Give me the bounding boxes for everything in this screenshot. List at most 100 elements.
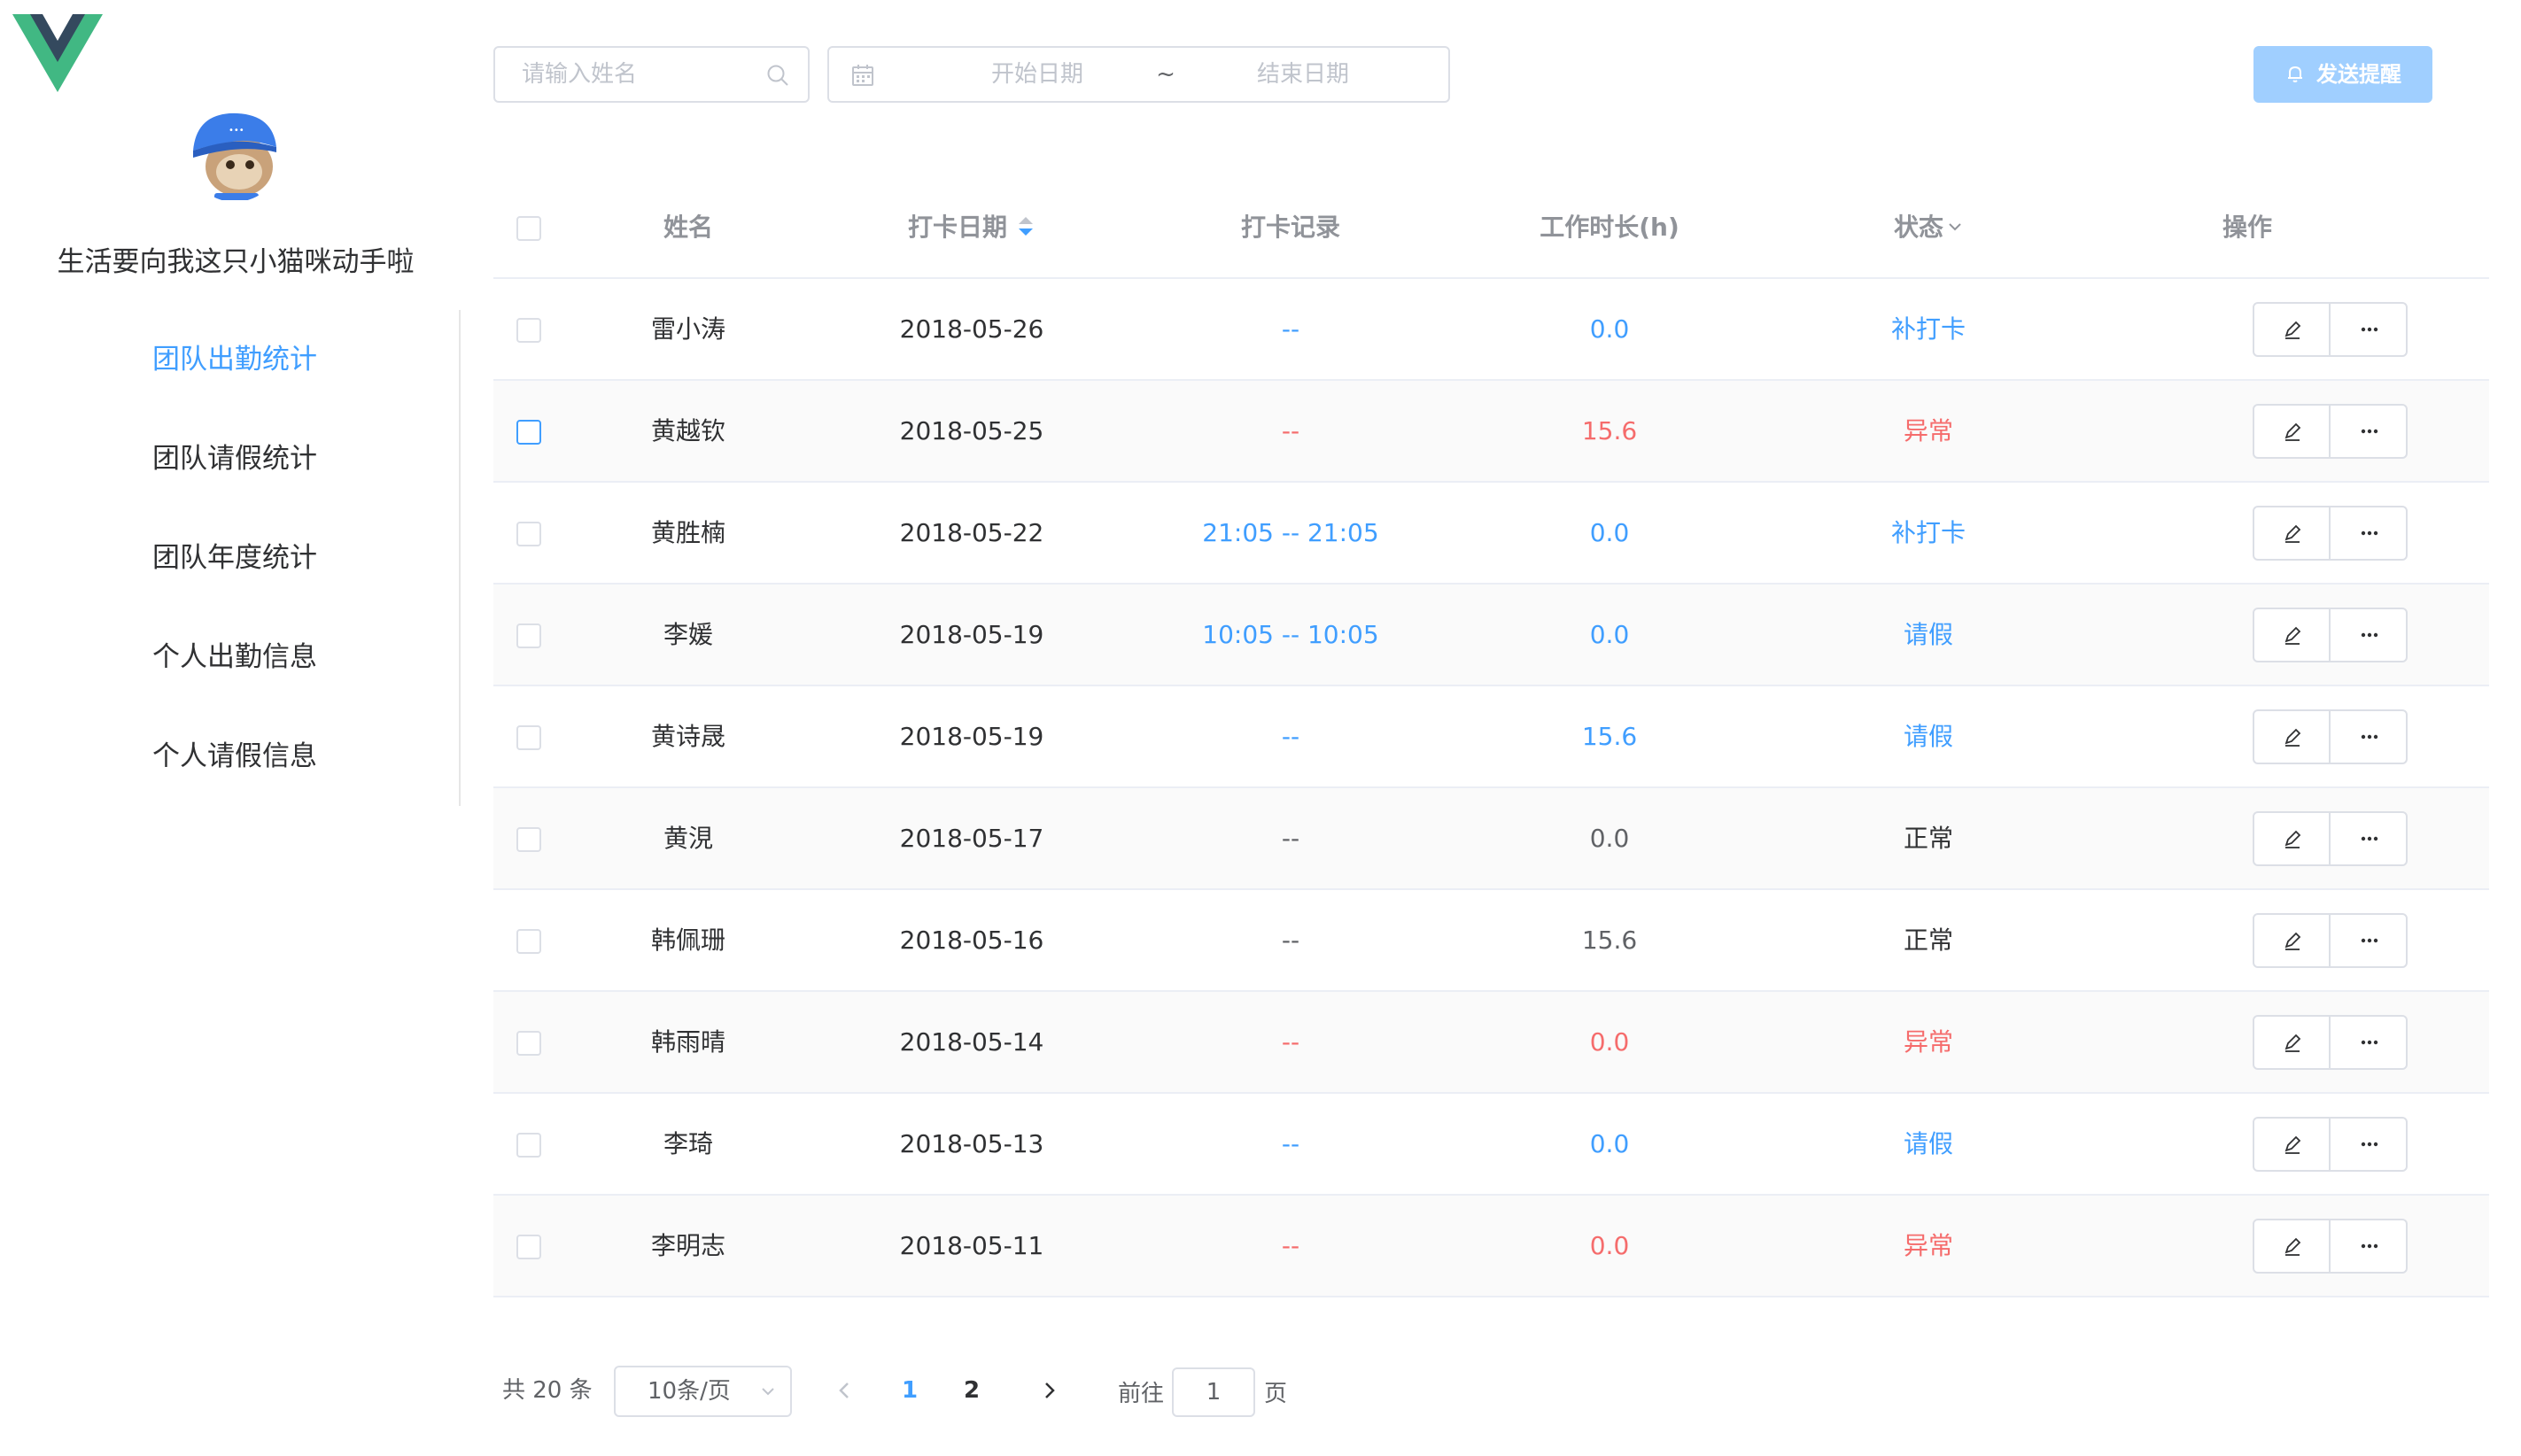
header-date[interactable]: 打卡日期 [812,177,1131,277]
row-check-cell [493,483,564,583]
more-icon [2361,531,2378,536]
cell-status: 请假 [1903,620,1953,649]
cell-record: -- [1281,925,1300,955]
edit-button[interactable] [2254,1119,2331,1170]
table-row: 雷小涛 2018-05-26 -- 0.0 补打卡 [493,279,2489,381]
edit-button[interactable] [2254,406,2331,457]
cell-name: 黄越钦 [650,416,725,445]
sort-caret-icon[interactable] [1016,213,1036,240]
more-icon [2361,327,2378,332]
cell-date: 2018-05-25 [899,416,1044,445]
row-check-cell [493,992,564,1092]
chevron-right-icon[interactable] [1036,1376,1064,1405]
cell-record: 21:05 -- 21:05 [1202,518,1379,547]
more-button[interactable] [2331,711,2408,763]
cell-hours: 0.0 [1589,1027,1630,1057]
row-actions [2253,302,2408,357]
row-actions [2253,506,2408,561]
search-icon[interactable] [765,63,790,88]
page-size-value: 10条/页 [648,1378,731,1405]
goto-suffix: 页 [1264,1381,1288,1407]
row-checkbox[interactable] [516,1133,541,1158]
range-separator: ~ [1156,61,1175,88]
row-checkbox[interactable] [516,420,541,445]
table-body: 雷小涛 2018-05-26 -- 0.0 补打卡 黄越钦 2018-05-25 -- 15.6… [493,279,2489,1297]
more-button[interactable] [2331,813,2408,864]
vue-logo-icon[interactable] [12,14,103,94]
row-check-cell [493,686,564,786]
search-input[interactable] [495,48,761,101]
cell-date: 2018-05-11 [899,1231,1044,1260]
select-all-cell [493,177,564,277]
edit-button[interactable] [2254,813,2331,864]
goto-page-input[interactable] [1172,1367,1255,1417]
cell-date: 2018-05-19 [899,620,1044,649]
row-checkbox[interactable] [516,1031,541,1056]
cell-hours: 0.0 [1589,518,1630,547]
edit-icon [2284,1237,2301,1256]
end-date-input[interactable]: 结束日期 [1201,48,1405,101]
table-row: 韩雨晴 2018-05-14 -- 0.0 异常 [493,992,2489,1094]
cell-date: 2018-05-26 [899,314,1044,344]
row-checkbox[interactable] [516,827,541,852]
pagination-total: 共 20 条 [502,1377,593,1404]
more-button[interactable] [2331,507,2408,559]
row-checkbox[interactable] [516,725,541,750]
more-button[interactable] [2331,304,2408,355]
more-button[interactable] [2331,609,2408,661]
row-checkbox[interactable] [516,929,541,954]
page-2[interactable]: 2 [954,1364,989,1417]
edit-button[interactable] [2254,609,2331,661]
cell-name: 黄胜楠 [650,518,725,547]
menu-item-personal-attendance[interactable]: 个人出勤信息 [0,608,469,707]
date-range-picker[interactable]: 开始日期 ~ 结束日期 [827,46,1450,103]
page-size-select[interactable]: 10条/页 [614,1366,792,1417]
edit-button[interactable] [2254,304,2331,355]
more-icon [2361,429,2378,434]
row-check-cell [493,585,564,685]
row-checkbox[interactable] [516,522,541,546]
avatar[interactable]: ••• [188,108,282,202]
edit-button[interactable] [2254,507,2331,559]
select-all-checkbox[interactable] [516,216,541,241]
edit-button[interactable] [2254,1017,2331,1068]
chevron-left-icon[interactable] [830,1376,858,1405]
menu-item-personal-leave[interactable]: 个人请假信息 [0,707,469,806]
cell-date: 2018-05-13 [899,1129,1044,1158]
start-date-input[interactable]: 开始日期 [935,48,1139,101]
row-actions [2253,1015,2408,1070]
more-button[interactable] [2331,1119,2408,1170]
more-button[interactable] [2331,1017,2408,1068]
more-button[interactable] [2331,406,2408,457]
more-button[interactable] [2331,1220,2408,1272]
edit-button[interactable] [2254,711,2331,763]
cell-record: -- [1281,722,1300,751]
row-check-cell [493,381,564,481]
cell-name: 黄涀 [663,824,713,853]
row-checkbox[interactable] [516,623,541,648]
cell-name: 韩佩珊 [650,925,725,955]
menu-item-team-attendance[interactable]: 团队出勤统计 [0,310,469,409]
edit-button[interactable] [2254,1220,2331,1272]
row-checkbox[interactable] [516,318,541,343]
edit-icon [2284,830,2301,848]
cell-status: 异常 [1903,1231,1953,1260]
row-check-cell [493,1196,564,1296]
page-1[interactable]: 1 [892,1364,927,1417]
cell-status: 异常 [1903,416,1953,445]
menu-item-team-leave[interactable]: 团队请假统计 [0,409,469,508]
header-status[interactable]: 状态 [1769,177,2088,277]
edit-button[interactable] [2254,915,2331,966]
chevron-down-icon[interactable] [1947,219,1963,235]
edit-icon [2284,728,2301,747]
more-icon [2361,734,2378,740]
header-record: 打卡记录 [1240,213,1340,242]
send-reminder-button[interactable]: 发送提醒 [2253,46,2432,103]
cell-hours: 0.0 [1589,824,1630,853]
more-button[interactable] [2331,915,2408,966]
svg-text:•••: ••• [229,126,244,136]
menu-item-team-annual[interactable]: 团队年度统计 [0,508,469,608]
bell-icon [2288,66,2302,82]
row-checkbox[interactable] [516,1235,541,1259]
calendar-icon [852,65,873,86]
